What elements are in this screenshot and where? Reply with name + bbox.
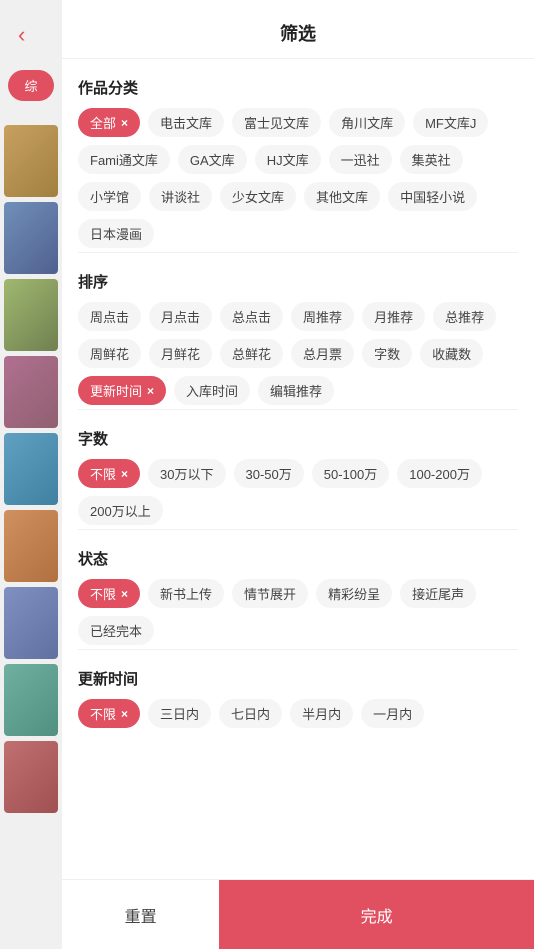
tag-manga[interactable]: 日本漫画: [78, 219, 154, 248]
section-sort-title: 排序: [78, 271, 518, 292]
reset-button[interactable]: 重置: [62, 880, 219, 949]
tag-total-click[interactable]: 总点击: [220, 302, 283, 331]
tag-jiyingsha[interactable]: 集英社: [400, 145, 463, 174]
tag-favorites[interactable]: 收藏数: [420, 339, 483, 368]
divider-1: [78, 252, 518, 253]
sidebar-tab[interactable]: 综: [8, 70, 54, 101]
tag-wc-100-200[interactable]: 100-200万: [397, 459, 482, 488]
tag-exciting[interactable]: 精彩纷呈: [316, 579, 392, 608]
back-button[interactable]: ‹: [18, 22, 25, 48]
close-icon[interactable]: ×: [121, 116, 128, 130]
tag-ga[interactable]: GA文库: [178, 145, 247, 174]
tag-month-flower[interactable]: 月鲜花: [149, 339, 212, 368]
book-covers: [0, 120, 62, 818]
divider-2: [78, 409, 518, 410]
tag-wc-30w[interactable]: 30万以下: [148, 459, 225, 488]
tag-xiaoxueguan[interactable]: 小学馆: [78, 182, 141, 211]
tag-word-count[interactable]: 字数: [362, 339, 412, 368]
close-icon[interactable]: ×: [147, 384, 154, 398]
tag-completed[interactable]: 已经完本: [78, 616, 154, 645]
divider-3: [78, 529, 518, 530]
tag-status-unlimited[interactable]: 不限 ×: [78, 579, 140, 608]
tag-one-month[interactable]: 一月内: [361, 699, 424, 728]
section-word-count: 字数 不限 × 30万以下 30-50万 50-100万 100-200万 20…: [78, 428, 518, 525]
section-category: 作品分类 全部 × 电击文库 富士见文库 角川文库 MF文库J Fami通文库 …: [78, 77, 518, 248]
tag-jiangtan[interactable]: 讲谈社: [149, 182, 212, 211]
tag-fami[interactable]: Fami通文库: [78, 145, 170, 174]
close-icon[interactable]: ×: [121, 587, 128, 601]
tag-yixun[interactable]: 一迅社: [329, 145, 392, 174]
tag-near-end[interactable]: 接近尾声: [400, 579, 476, 608]
tag-kadokawa[interactable]: 角川文库: [329, 108, 405, 137]
tag-chinese[interactable]: 中国轻小说: [388, 182, 477, 211]
section-word-count-title: 字数: [78, 428, 518, 449]
tag-editor-recommend[interactable]: 编辑推荐: [258, 376, 334, 405]
category-tags: 全部 × 电击文库 富士见文库 角川文库 MF文库J Fami通文库 GA文库 …: [78, 108, 518, 248]
tag-all[interactable]: 全部 ×: [78, 108, 140, 137]
tag-storage-time[interactable]: 入库时间: [174, 376, 250, 405]
section-category-title: 作品分类: [78, 77, 518, 98]
sidebar-peek: ‹ 综: [0, 0, 62, 949]
section-status-title: 状态: [78, 548, 518, 569]
filter-body: 作品分类 全部 × 电击文库 富士见文库 角川文库 MF文库J Fami通文库 …: [62, 59, 534, 949]
word-count-tags: 不限 × 30万以下 30-50万 50-100万 100-200万 200万以…: [78, 459, 518, 525]
update-time-tags: 不限 × 三日内 七日内 半月内 一月内: [78, 699, 518, 728]
divider-4: [78, 649, 518, 650]
tag-update-time[interactable]: 更新时间 ×: [78, 376, 166, 405]
tag-hj[interactable]: HJ文库: [255, 145, 321, 174]
status-tags: 不限 × 新书上传 情节展开 精彩纷呈 接近尾声 已经完本: [78, 579, 518, 645]
section-status: 状态 不限 × 新书上传 情节展开 精彩纷呈 接近尾声 已经完本: [78, 548, 518, 645]
tag-week-recommend[interactable]: 周推荐: [291, 302, 354, 331]
tag-wc-30-50[interactable]: 30-50万: [234, 459, 304, 488]
tag-wc-200plus[interactable]: 200万以上: [78, 496, 163, 525]
tag-wc-50-100[interactable]: 50-100万: [312, 459, 389, 488]
tag-qita[interactable]: 其他文库: [304, 182, 380, 211]
tag-half-month[interactable]: 半月内: [290, 699, 353, 728]
tag-total-recommend[interactable]: 总推荐: [433, 302, 496, 331]
panel-title: 筛选: [62, 0, 534, 59]
tag-shaonu[interactable]: 少女文库: [220, 182, 296, 211]
footer: 重置 完成: [62, 879, 534, 949]
tag-week-flower[interactable]: 周鲜花: [78, 339, 141, 368]
tag-total-ticket[interactable]: 总月票: [291, 339, 354, 368]
tag-seven-days[interactable]: 七日内: [219, 699, 282, 728]
section-update-time: 更新时间 不限 × 三日内 七日内 半月内 一月内: [78, 668, 518, 728]
tag-week-click[interactable]: 周点击: [78, 302, 141, 331]
tag-three-days[interactable]: 三日内: [148, 699, 211, 728]
sort-tags: 周点击 月点击 总点击 周推荐 月推荐 总推荐 周鲜花 月鲜花 总鲜花 总月票 …: [78, 302, 518, 405]
tag-fujimi[interactable]: 富士见文库: [232, 108, 321, 137]
confirm-button[interactable]: 完成: [219, 880, 534, 949]
tag-wc-unlimited[interactable]: 不限 ×: [78, 459, 140, 488]
tag-month-recommend[interactable]: 月推荐: [362, 302, 425, 331]
tag-time-unlimited[interactable]: 不限 ×: [78, 699, 140, 728]
filter-panel: 筛选 作品分类 全部 × 电击文库 富士见文库 角川文库 MF文库J Fami通…: [62, 0, 534, 949]
section-update-time-title: 更新时间: [78, 668, 518, 689]
close-icon[interactable]: ×: [121, 707, 128, 721]
section-sort: 排序 周点击 月点击 总点击 周推荐 月推荐 总推荐 周鲜花 月鲜花 总鲜花 总…: [78, 271, 518, 405]
tag-new-upload[interactable]: 新书上传: [148, 579, 224, 608]
tag-plot-expand[interactable]: 情节展开: [232, 579, 308, 608]
close-icon[interactable]: ×: [121, 467, 128, 481]
tag-mf[interactable]: MF文库J: [413, 108, 488, 137]
tag-total-flower[interactable]: 总鲜花: [220, 339, 283, 368]
tag-month-click[interactable]: 月点击: [149, 302, 212, 331]
tag-dianji[interactable]: 电击文库: [148, 108, 224, 137]
